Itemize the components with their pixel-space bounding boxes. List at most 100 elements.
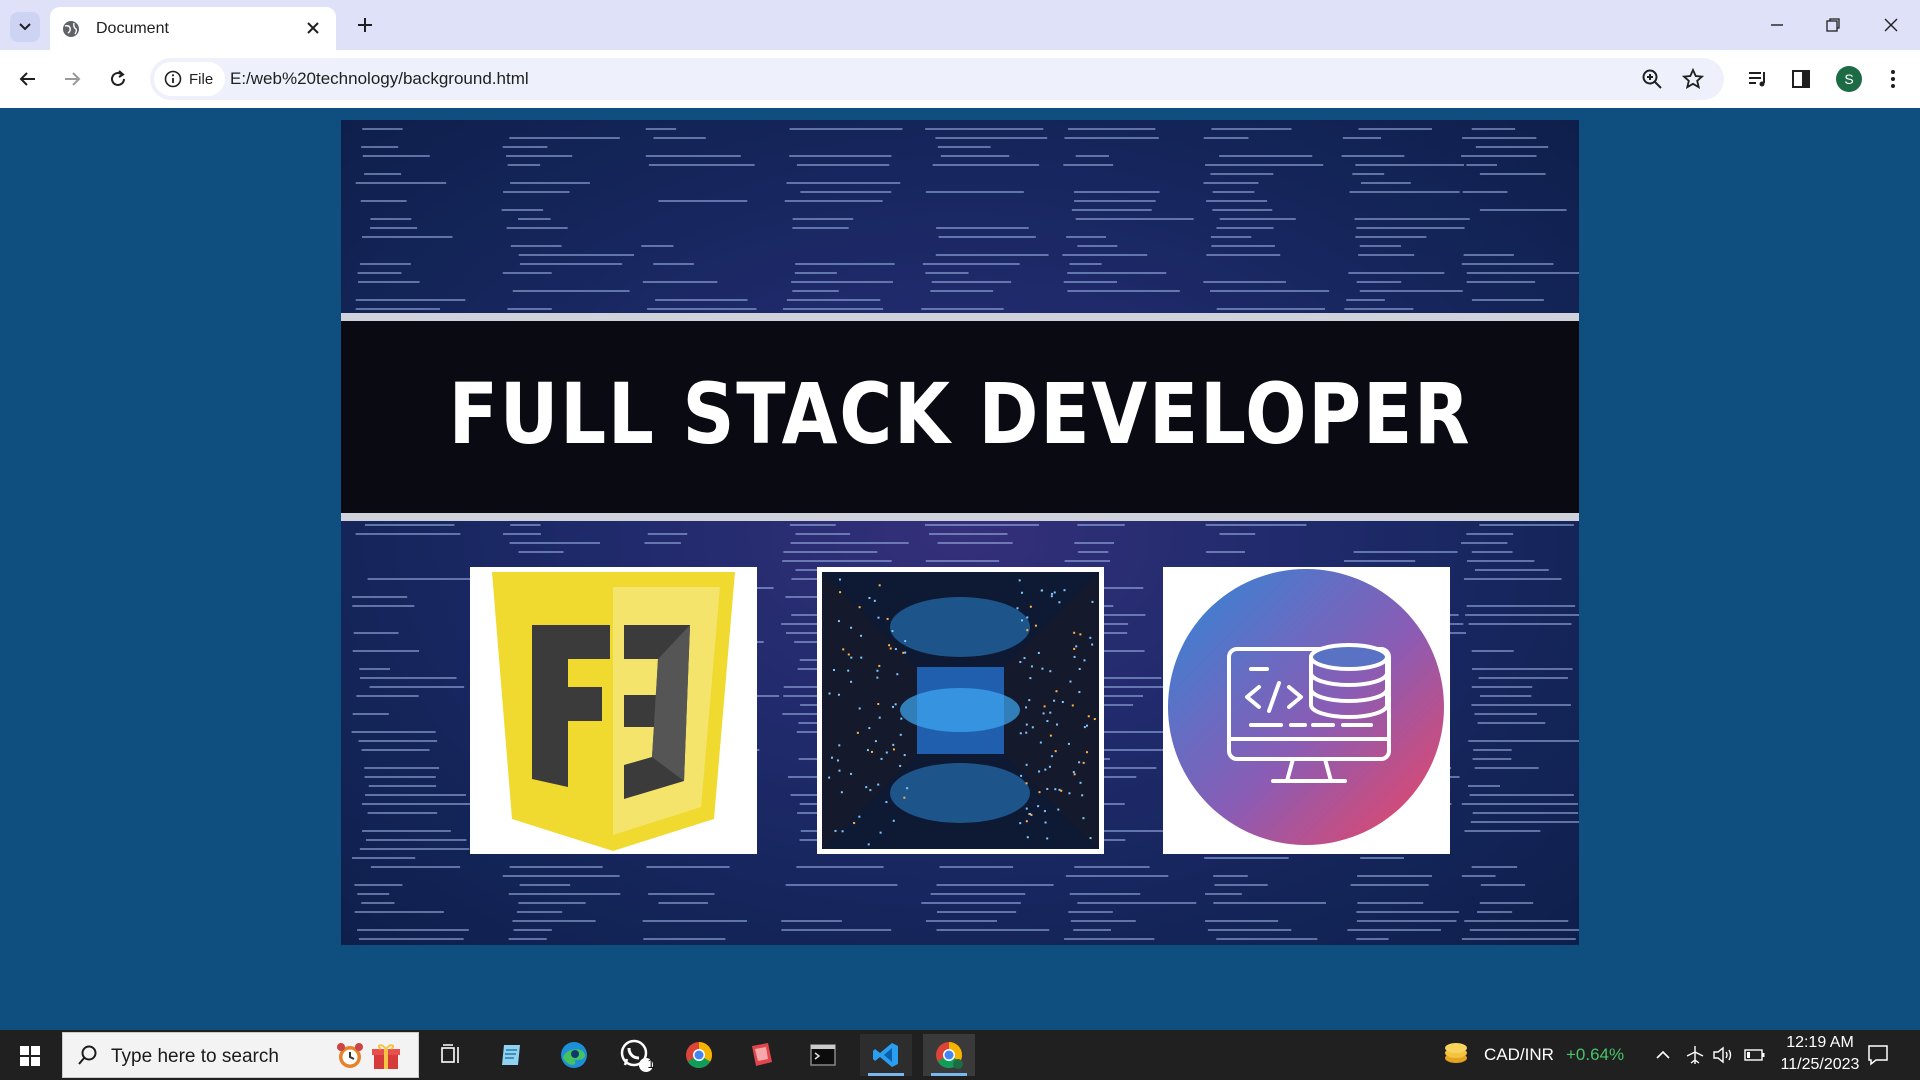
code-line-decoration (792, 227, 849, 229)
code-line-decoration (1205, 920, 1279, 922)
side-panel-button[interactable] (1788, 66, 1814, 92)
new-tab-button[interactable] (352, 12, 378, 38)
rack-led-decoration (1085, 751, 1088, 754)
rack-led-decoration (850, 626, 853, 629)
css-framework-shield-icon (492, 572, 735, 851)
terminal-app[interactable] (797, 1034, 849, 1076)
currency-pair[interactable]: CAD/INR (1484, 1045, 1554, 1065)
restore-button[interactable] (1818, 12, 1848, 38)
code-line-decoration (1211, 245, 1275, 247)
rack-led-decoration (1072, 771, 1075, 774)
code-line-decoration (792, 218, 854, 220)
rack-led-decoration (1025, 731, 1028, 734)
code-line-decoration (506, 155, 573, 157)
code-line-decoration (643, 938, 726, 940)
code-line-decoration (1358, 128, 1432, 130)
menu-button[interactable] (1880, 66, 1906, 92)
rack-led-decoration (891, 705, 894, 708)
code-line-decoration (1479, 209, 1567, 211)
address-bar[interactable]: File E:/web%20technology/background.html (150, 58, 1724, 100)
reload-button[interactable] (103, 64, 133, 94)
code-line-decoration (1477, 722, 1546, 724)
code-line-decoration (364, 173, 402, 175)
rack-led-decoration (1039, 741, 1042, 744)
notification-icon[interactable] (1866, 1043, 1890, 1067)
arrow-right-icon (65, 72, 81, 86)
rack-led-decoration (1073, 631, 1076, 634)
rack-led-decoration (903, 796, 906, 799)
volume-icon[interactable] (1712, 1045, 1734, 1065)
code-line-decoration (1468, 623, 1572, 625)
close-tab-icon[interactable] (304, 19, 322, 37)
code-line-decoration (1471, 668, 1573, 670)
rack-led-decoration (1042, 712, 1045, 715)
url-text[interactable]: E:/web%20technology/background.html (230, 69, 529, 89)
bookmark-button[interactable] (1681, 67, 1705, 91)
code-line-decoration (1068, 911, 1113, 913)
profile-avatar[interactable]: S (1836, 66, 1862, 92)
code-line-decoration (1074, 542, 1115, 544)
airplane-mode-icon[interactable] (1684, 1044, 1706, 1066)
code-line-decoration (1467, 785, 1501, 787)
rack-led-decoration (830, 756, 833, 759)
tab-search-button[interactable] (10, 12, 40, 42)
media-control-button[interactable] (1745, 66, 1771, 92)
code-line-decoration (1205, 524, 1307, 526)
chrome-app[interactable] (673, 1034, 725, 1076)
rack-led-decoration (1044, 768, 1047, 771)
code-line-decoration (781, 929, 892, 931)
code-line-decoration (518, 218, 551, 220)
code-line-decoration (1464, 830, 1541, 832)
code-line-decoration (1341, 155, 1405, 157)
snipping-app[interactable] (735, 1034, 787, 1076)
rack-led-decoration (1067, 742, 1070, 745)
code-line-decoration (1471, 650, 1514, 652)
battery-icon[interactable] (1744, 1047, 1766, 1063)
rack-led-decoration (838, 744, 841, 747)
back-button[interactable] (13, 64, 43, 94)
code-line-decoration (1204, 857, 1289, 859)
clock-time[interactable]: 12:19 AM (1778, 1034, 1862, 1052)
chevron-up-icon[interactable] (1655, 1048, 1671, 1062)
close-window-button[interactable] (1876, 12, 1906, 38)
taskbar-search-box[interactable]: Type here to search (62, 1032, 419, 1078)
rack-led-decoration (1081, 794, 1084, 797)
chrome-active-app[interactable] (923, 1034, 975, 1076)
web-database-card (1163, 567, 1450, 854)
rack-led-decoration (1029, 677, 1032, 680)
task-view-button[interactable] (425, 1034, 477, 1076)
whatsapp-app[interactable]: 1 (610, 1034, 662, 1076)
zoom-button[interactable] (1640, 67, 1664, 91)
site-info-chip[interactable]: File (154, 62, 226, 96)
rack-led-decoration (1089, 837, 1092, 840)
currency-widget-icon[interactable] (1442, 1038, 1472, 1068)
rack-led-decoration (906, 787, 909, 790)
code-line-decoration (1209, 290, 1330, 292)
code-line-decoration (370, 218, 412, 220)
rack-led-decoration (876, 669, 879, 672)
zoom-in-icon (1642, 69, 1662, 89)
code-line-decoration (1465, 614, 1579, 616)
notepad-app[interactable] (486, 1034, 538, 1076)
reload-icon (111, 70, 125, 86)
tab-document[interactable]: Document (50, 7, 336, 50)
minimize-button[interactable] (1762, 12, 1792, 38)
rack-led-decoration (1043, 810, 1046, 813)
code-line-decoration (1219, 218, 1296, 220)
code-line-decoration (516, 911, 563, 913)
clock-date[interactable]: 11/25/2023 (1774, 1056, 1866, 1074)
edge-app[interactable] (548, 1034, 600, 1076)
rack-led-decoration (870, 750, 873, 753)
code-line-decoration (1474, 713, 1537, 715)
code-line-decoration (925, 560, 1000, 562)
code-line-decoration (1475, 146, 1549, 148)
forward-button[interactable] (57, 64, 87, 94)
code-line-decoration (1349, 191, 1460, 193)
code-line-decoration (930, 893, 1026, 895)
rack-led-decoration (1055, 690, 1058, 693)
rack-led-decoration (841, 830, 844, 833)
code-line-decoration (358, 281, 420, 283)
vscode-app[interactable] (860, 1034, 912, 1076)
start-button[interactable] (10, 1042, 50, 1070)
rack-led-decoration (1018, 579, 1021, 582)
